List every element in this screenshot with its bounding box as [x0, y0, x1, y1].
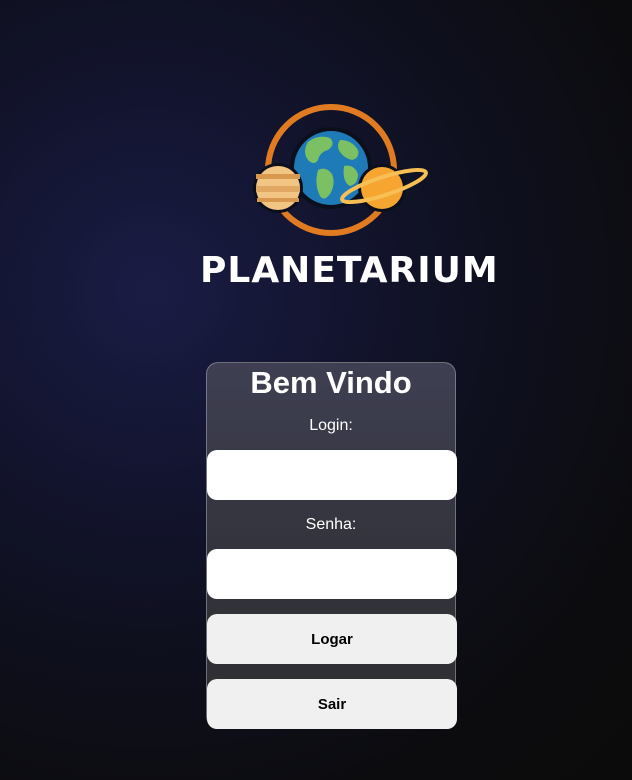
- login-button[interactable]: Logar: [207, 614, 457, 664]
- card-title: Bem Vindo: [250, 365, 412, 400]
- exit-button[interactable]: Sair: [207, 679, 457, 729]
- brand-name: PLANETARIUM: [200, 250, 499, 291]
- brand-logo: PLANETARIUM: [200, 100, 499, 300]
- password-input[interactable]: [207, 549, 457, 599]
- password-label: Senha:: [305, 516, 357, 533]
- login-input[interactable]: [207, 450, 457, 500]
- login-card: Bem Vindo Login: Senha: Logar Sair: [206, 362, 457, 729]
- login-label: Login:: [309, 417, 353, 434]
- planets-orbit-logo-icon: [253, 104, 428, 236]
